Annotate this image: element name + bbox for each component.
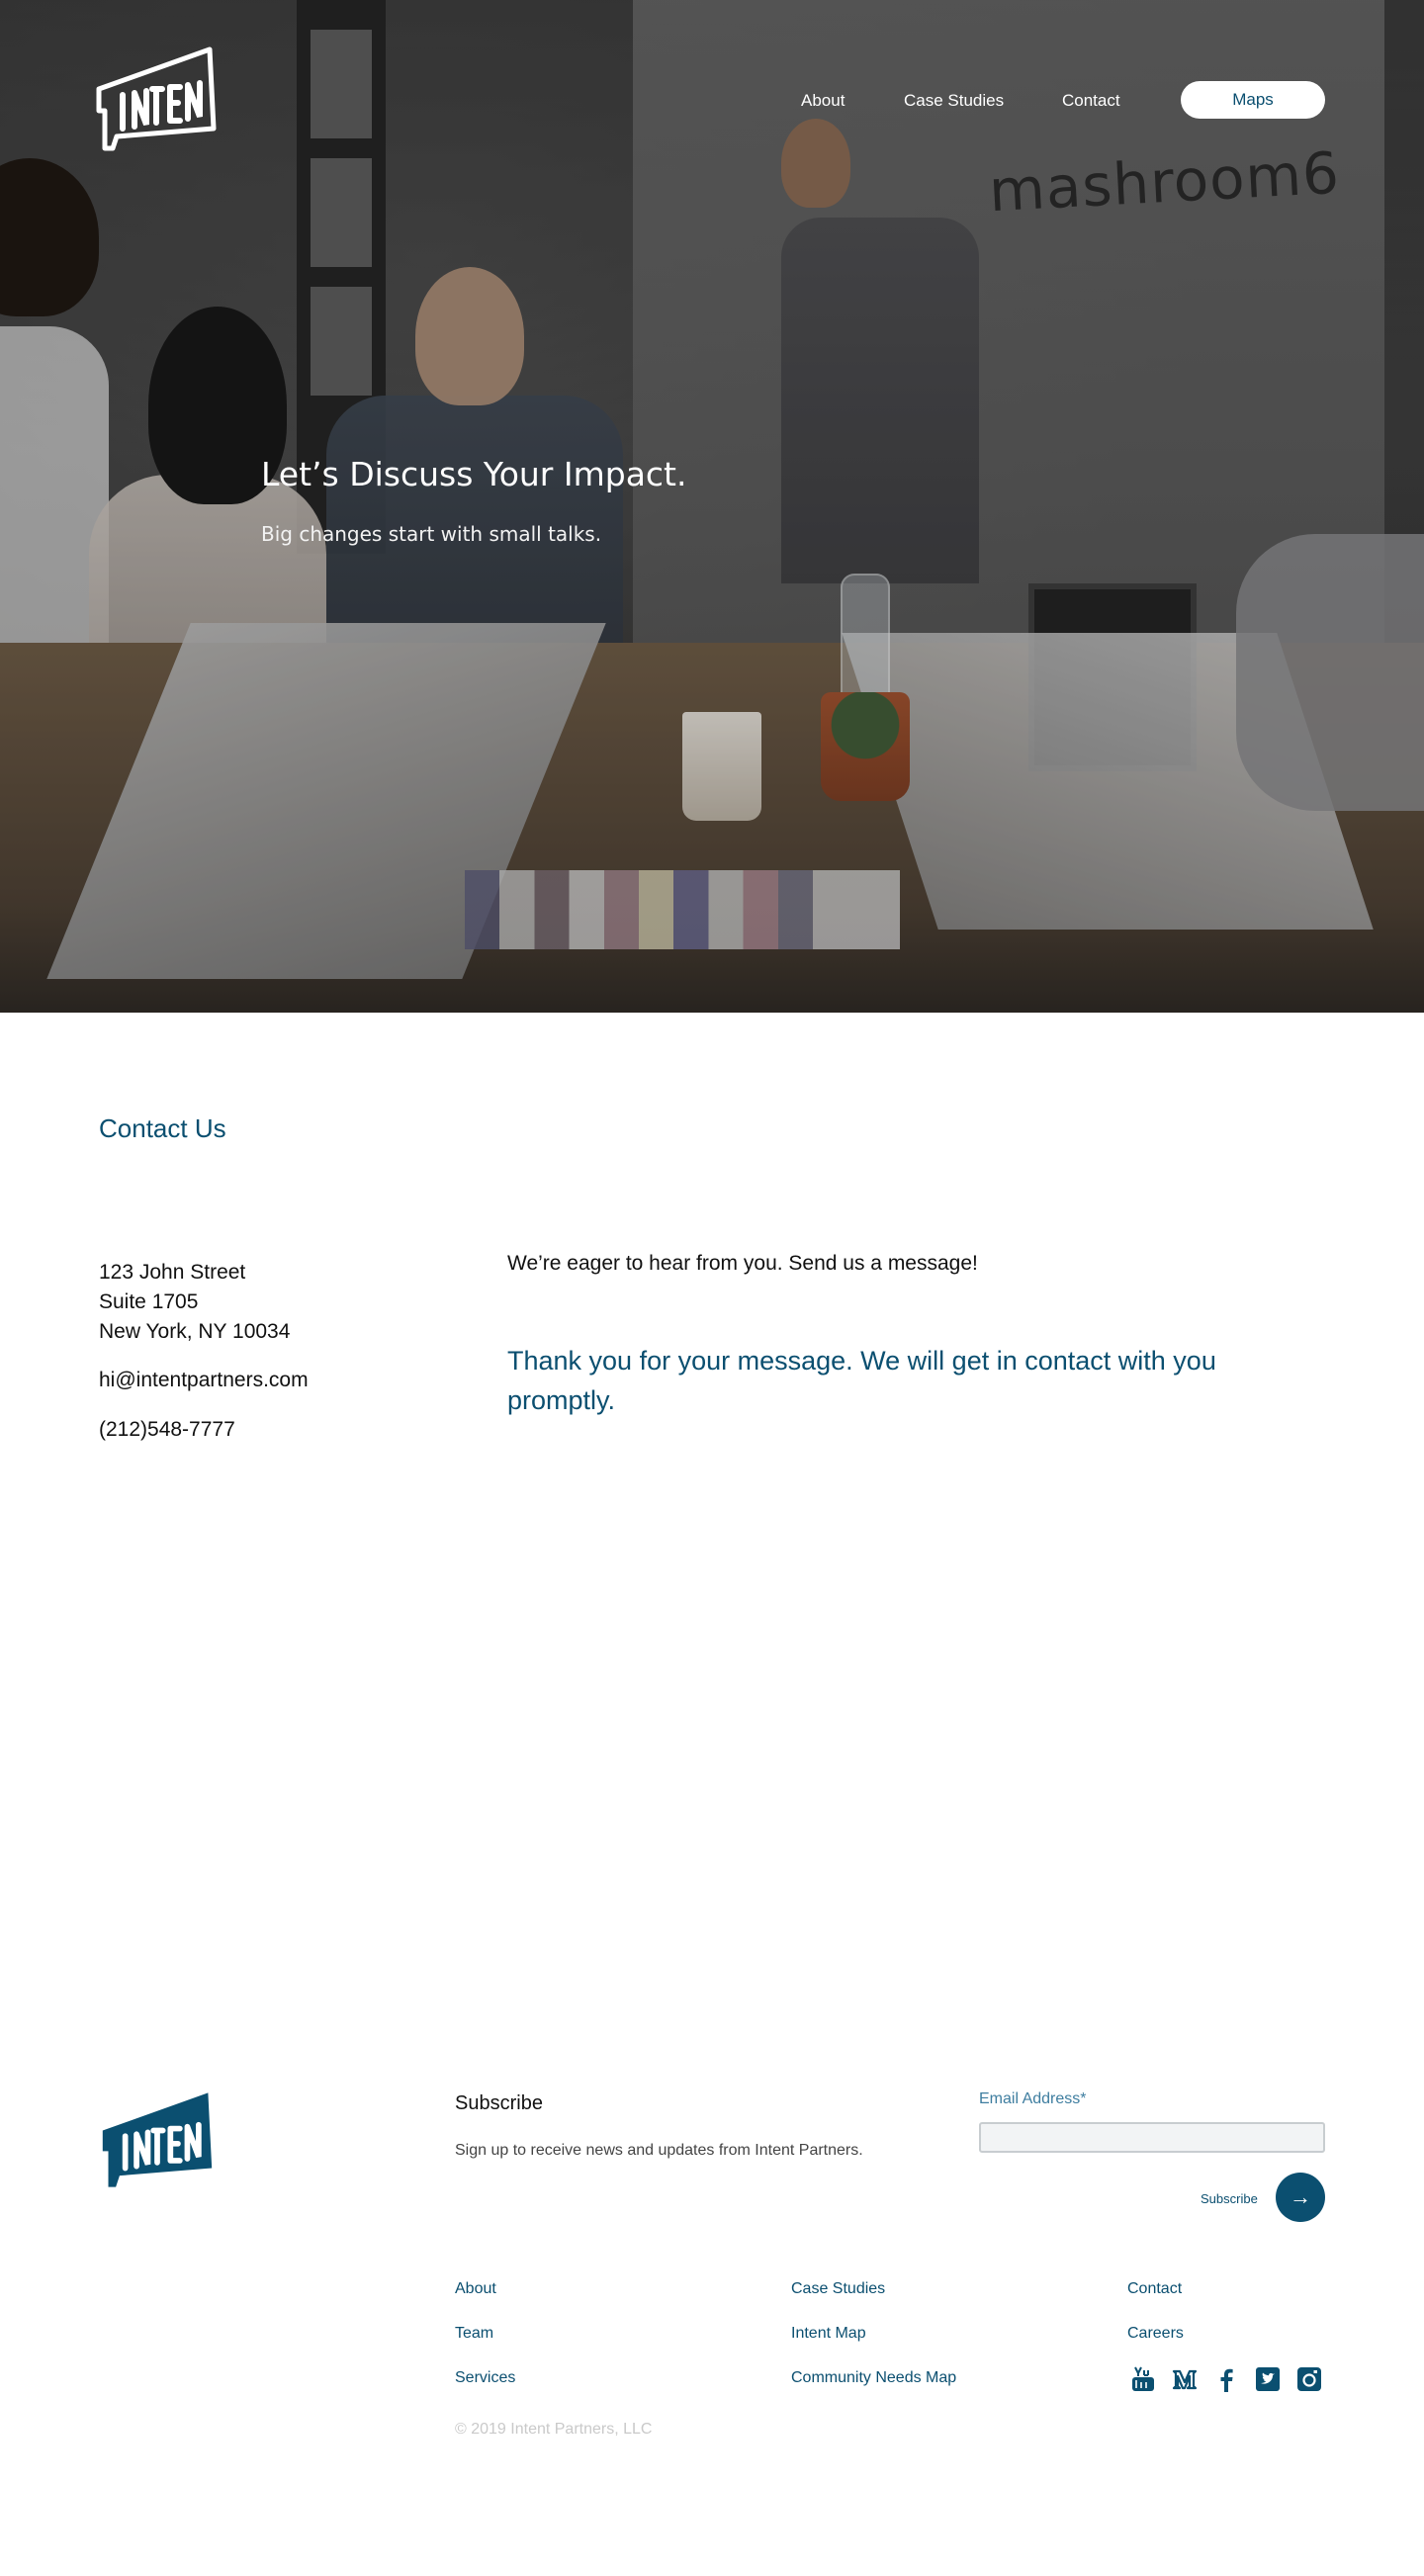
footer-link-careers[interactable]: Careers	[1127, 2325, 1184, 2343]
footer-link-intent-map[interactable]: Intent Map	[791, 2325, 866, 2343]
footer-link-contact[interactable]: Contact	[1127, 2280, 1182, 2298]
arrow-right-icon: →	[1290, 2184, 1311, 2209]
footer-link-team[interactable]: Team	[455, 2325, 493, 2343]
footer-link-services[interactable]: Services	[455, 2369, 515, 2387]
subscribe-button[interactable]: →	[1276, 2173, 1325, 2222]
medium-icon[interactable]	[1171, 2365, 1199, 2393]
copyright: © 2019 Intent Partners, LLC	[455, 2421, 653, 2438]
contact-email-link[interactable]: hi@intentpartners.com	[99, 1369, 309, 1392]
contact-intro: We’re eager to hear from you. Send us a …	[507, 1252, 978, 1275]
instagram-icon[interactable]	[1295, 2365, 1323, 2393]
contact-phone[interactable]: (212)548-7777	[99, 1418, 235, 1442]
youtube-icon[interactable]	[1129, 2365, 1157, 2393]
nav-case-studies[interactable]: Case Studies	[904, 91, 1004, 111]
address-block: 123 John Street Suite 1705 New York, NY …	[99, 1258, 290, 1347]
address-line: New York, NY 10034	[99, 1320, 291, 1343]
address-line: 123 John Street	[99, 1261, 246, 1284]
subscribe-button-label[interactable]: Subscribe	[1201, 2191, 1258, 2206]
footer-link-about[interactable]: About	[455, 2280, 496, 2298]
subscribe-title: Subscribe	[455, 2092, 543, 2114]
thank-you-message: Thank you for your message. We will get …	[507, 1346, 1216, 1415]
hero-section: mashroom6 About Case Studies Contact Map…	[0, 0, 1424, 1013]
footer-link-case-studies[interactable]: Case Studies	[791, 2280, 885, 2298]
nav-about[interactable]: About	[801, 91, 845, 111]
subscribe-text: Sign up to receive news and updates from…	[455, 2142, 863, 2159]
twitter-icon[interactable]	[1254, 2365, 1282, 2393]
hero-subtitle: Big changes start with small talks.	[261, 522, 602, 546]
hero-title: Let’s Discuss Your Impact.	[261, 455, 687, 493]
email-address-input[interactable]	[979, 2122, 1325, 2153]
email-address-label: Email Address*	[979, 2090, 1087, 2107]
address-line: Suite 1705	[99, 1290, 199, 1313]
contact-heading: Contact Us	[99, 1113, 226, 1143]
footer-link-community-needs-map[interactable]: Community Needs Map	[791, 2369, 956, 2387]
maps-button[interactable]: Maps	[1181, 81, 1325, 119]
facebook-icon[interactable]	[1212, 2365, 1240, 2393]
footer-intent-logo[interactable]	[99, 2088, 216, 2191]
intent-logo[interactable]	[95, 45, 218, 152]
maps-button-label: Maps	[1232, 90, 1274, 109]
nav-contact[interactable]: Contact	[1062, 91, 1120, 111]
